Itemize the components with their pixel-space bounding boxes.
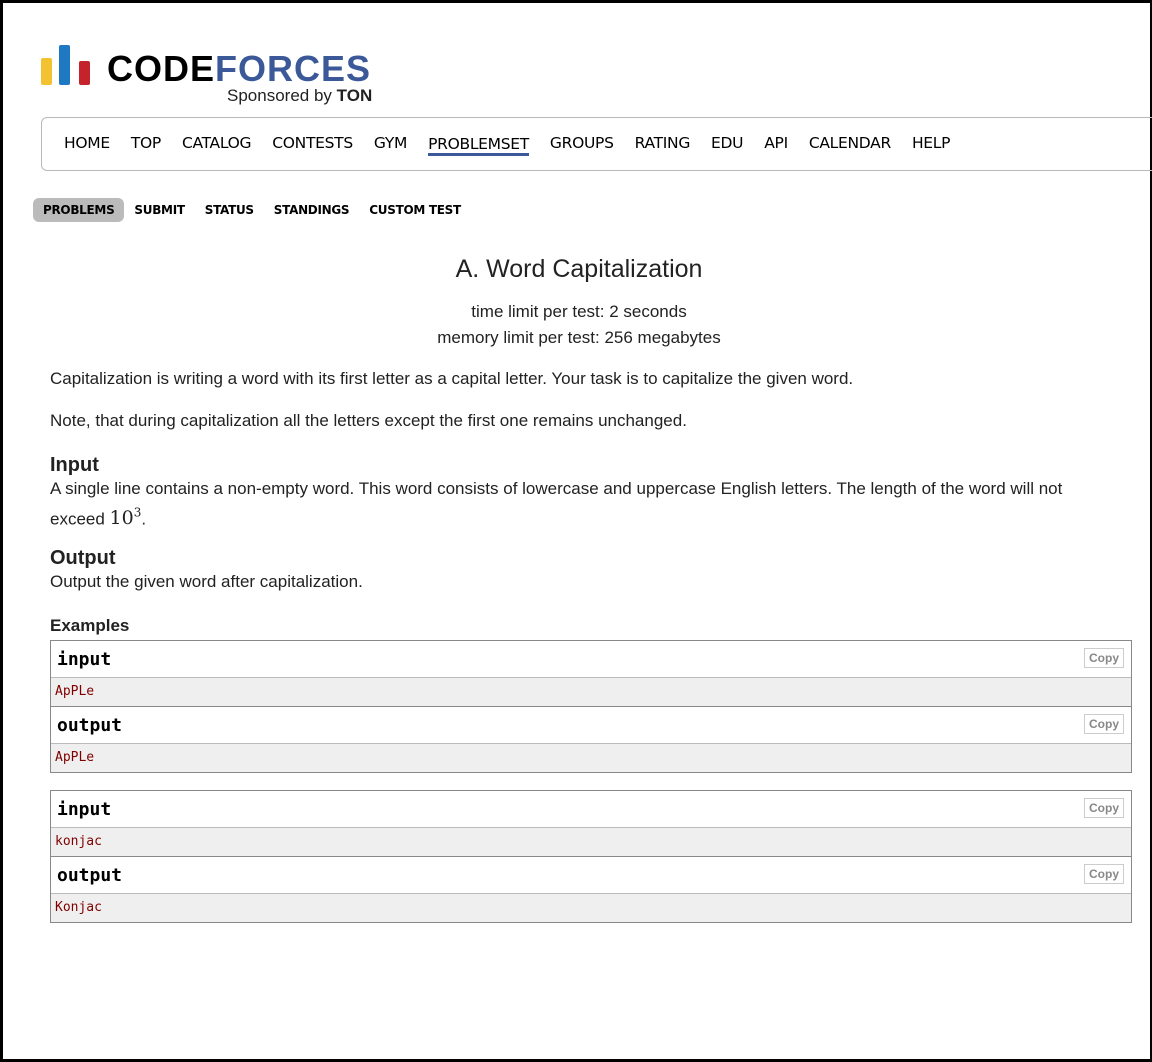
copy-button[interactable]: Copy bbox=[1084, 864, 1124, 884]
logo-wordmark: CODEFORCES bbox=[107, 48, 372, 89]
copy-button[interactable]: Copy bbox=[1084, 648, 1124, 668]
statement-paragraph: Note, that during capitalization all the… bbox=[50, 411, 687, 430]
menu-item-calendar[interactable]: CALENDAR bbox=[809, 134, 891, 154]
menu-item-rating[interactable]: RATING bbox=[635, 134, 691, 154]
output-section-text: Output the given word after capitalizati… bbox=[50, 572, 363, 591]
examples-title: Examples bbox=[50, 616, 130, 635]
example-input-label: input bbox=[57, 649, 112, 670]
menu-item-top[interactable]: TOP bbox=[131, 134, 161, 154]
submenu-item-problems[interactable]: PROBLEMS bbox=[33, 198, 125, 222]
input-section-text: A single line contains a non-empty word.… bbox=[50, 479, 1063, 530]
example-output: output Copy ApPLe bbox=[51, 706, 1131, 772]
example-output: output Copy Konjac bbox=[51, 856, 1131, 922]
example-input-data: konjac bbox=[51, 828, 1131, 856]
output-section-title: Output bbox=[50, 547, 116, 569]
example-test: input Copy ApPLe output Copy ApPLe bbox=[50, 640, 1132, 773]
menu-item-home[interactable]: HOME bbox=[64, 134, 110, 154]
menu-item-edu[interactable]: EDU bbox=[711, 134, 743, 154]
example-output-label: output bbox=[57, 715, 123, 736]
input-section-title: Input bbox=[50, 454, 99, 476]
codeforces-bars-icon bbox=[41, 45, 97, 85]
example-input: input Copy konjac bbox=[51, 791, 1131, 856]
logo-sponsor: Sponsored by TON bbox=[227, 86, 373, 105]
example-output-data: ApPLe bbox=[51, 744, 1131, 772]
time-limit: time limit per test: 2 seconds bbox=[471, 302, 687, 321]
example-input-data: ApPLe bbox=[51, 678, 1131, 706]
menu-item-gym[interactable]: GYM bbox=[374, 134, 407, 154]
menu-item-catalog[interactable]: CATALOG bbox=[182, 134, 252, 154]
menu-item-help[interactable]: HELP bbox=[912, 134, 951, 154]
menu-item-problemset[interactable]: PROBLEMSET bbox=[428, 135, 529, 156]
example-test: input Copy konjac output Copy Konjac bbox=[50, 790, 1132, 923]
submenu-item-submit[interactable]: SUBMIT bbox=[124, 198, 194, 222]
menu-item-contests[interactable]: CONTESTS bbox=[272, 134, 353, 154]
memory-limit: memory limit per test: 256 megabytes bbox=[437, 328, 721, 347]
menu-item-groups[interactable]: GROUPS bbox=[550, 134, 614, 154]
example-output-data: Konjac bbox=[51, 894, 1131, 922]
main-menu: HOME TOP CATALOG CONTESTS GYM PROBLEMSET… bbox=[41, 117, 1152, 171]
menu-item-api[interactable]: API bbox=[764, 134, 788, 154]
second-level-menu: PROBLEMS SUBMIT STATUS STANDINGS CUSTOM … bbox=[33, 198, 471, 222]
input-specification: Input A single line contains a non-empty… bbox=[50, 453, 1110, 531]
output-specification: Output Output the given word after capit… bbox=[50, 546, 1110, 594]
problem-title: A. Word Capitalization bbox=[455, 255, 703, 283]
submenu-item-custom-test[interactable]: CUSTOM TEST bbox=[359, 198, 471, 222]
math-expression: 103 bbox=[109, 506, 142, 530]
submenu-item-standings[interactable]: STANDINGS bbox=[264, 198, 360, 222]
example-input-label: input bbox=[57, 799, 112, 820]
example-output-label: output bbox=[57, 865, 123, 886]
example-input: input Copy ApPLe bbox=[51, 641, 1131, 706]
submenu-item-status[interactable]: STATUS bbox=[195, 198, 264, 222]
problem-limits: time limit per test: 2 seconds memory li… bbox=[3, 299, 1152, 351]
statement-paragraph: Capitalization is writing a word with it… bbox=[50, 369, 854, 388]
copy-button[interactable]: Copy bbox=[1084, 798, 1124, 818]
copy-button[interactable]: Copy bbox=[1084, 714, 1124, 734]
